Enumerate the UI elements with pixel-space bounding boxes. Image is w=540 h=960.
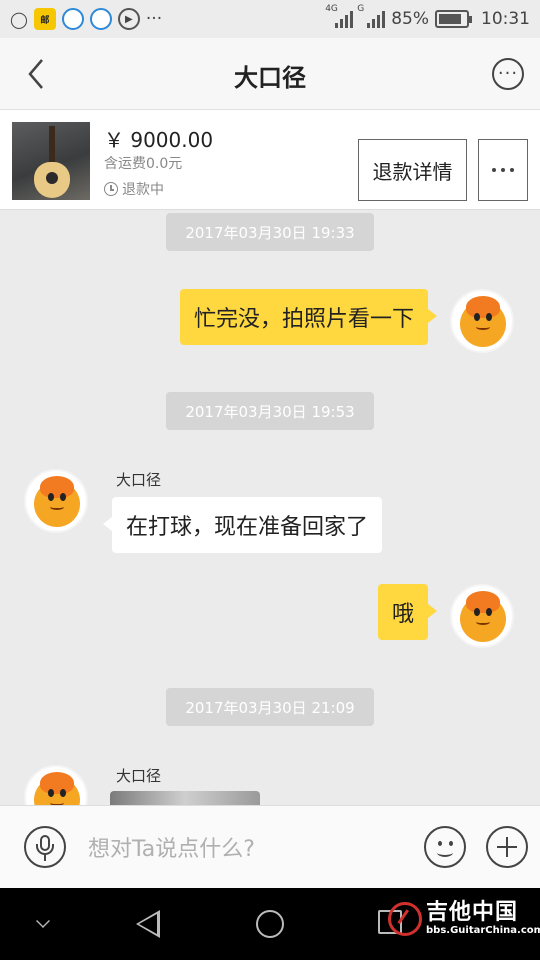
sender-name: 大口径 xyxy=(116,471,162,489)
watermark-text: 吉他中国 bbs.GuitarChina.com xyxy=(426,902,540,936)
home-circle-icon[interactable] xyxy=(256,910,284,938)
message-input[interactable]: 想对Ta说点什么? xyxy=(88,828,408,866)
smiley-icon-eye xyxy=(449,841,453,846)
eye xyxy=(60,493,66,501)
overflow-indicator: ··· xyxy=(145,9,163,29)
watermark-url: bbs.GuitarChina.com xyxy=(426,925,540,936)
watermark: 吉他中国 bbs.GuitarChina.com xyxy=(388,902,540,936)
more-circle-icon: ··· xyxy=(497,63,519,84)
product-thumbnail[interactable] xyxy=(12,122,90,200)
app-icon-1: 邮 xyxy=(33,8,56,30)
clock-time: 10:31 xyxy=(481,9,530,29)
incoming-message[interactable]: 在打球，现在准备回家了 xyxy=(102,497,383,553)
signal-4g-icon: 4G xyxy=(325,4,354,28)
product-card[interactable]: ￥ 9000.00 含运费0.0元 退款中 退款详情 xyxy=(0,110,540,210)
battery-icon xyxy=(435,10,472,28)
app-icon-3 xyxy=(89,8,112,30)
smiley-icon xyxy=(437,848,453,857)
plus-button[interactable] xyxy=(486,826,528,868)
eye xyxy=(60,789,66,797)
outgoing-message[interactable]: 哦 xyxy=(377,584,438,640)
status-bar: ◯ 邮 ▶ ··· 4G G 85% 10:31 xyxy=(0,0,540,38)
avatar[interactable] xyxy=(450,584,514,648)
outgoing-message[interactable]: 忙完没，拍照片看一下 xyxy=(179,289,438,345)
page-title: 大口径 xyxy=(234,64,306,92)
image-message[interactable] xyxy=(110,791,260,805)
sender-name: 大口径 xyxy=(116,767,162,785)
chevron-down-icon[interactable] xyxy=(36,914,50,928)
eye xyxy=(474,313,480,321)
eye xyxy=(474,608,480,616)
eye xyxy=(486,313,492,321)
microphone-stand xyxy=(36,844,54,855)
app-icon-2 xyxy=(61,8,84,30)
watermark-chinese: 吉他中国 xyxy=(426,900,519,925)
avatar[interactable] xyxy=(24,765,88,805)
shipping-fee: 含运费0.0元 xyxy=(104,156,183,172)
title-bar: 大口径 ··· xyxy=(0,38,540,110)
smiley-icon-eye xyxy=(438,841,442,846)
avatar[interactable] xyxy=(24,469,88,533)
product-more-button[interactable] xyxy=(478,139,528,201)
back-triangle-icon[interactable] xyxy=(136,910,160,938)
dot-icon xyxy=(510,168,514,172)
guitar-neck xyxy=(49,126,55,166)
timestamp: 2017年03月30日 21:09 xyxy=(166,688,374,726)
product-price: ￥ 9000.00 xyxy=(104,128,214,152)
refund-status: 退款中 xyxy=(104,179,164,199)
dot-icon xyxy=(501,168,505,172)
dot-icon xyxy=(492,168,496,172)
mouth xyxy=(476,324,490,330)
mouth xyxy=(50,504,64,510)
emoji-button[interactable] xyxy=(424,826,466,868)
timestamp: 2017年03月30日 19:53 xyxy=(166,392,374,430)
input-bar: 想对Ta说点什么? xyxy=(0,805,540,888)
refund-details-button[interactable]: 退款详情 xyxy=(358,139,467,201)
system-nav-bar: 吉他中国 bbs.GuitarChina.com xyxy=(0,888,540,960)
message-icon: ◯ xyxy=(10,9,28,29)
signal-g-icon: G xyxy=(357,4,386,28)
eye xyxy=(486,608,492,616)
refund-status-label: 退款中 xyxy=(122,182,164,198)
microphone-leg xyxy=(44,855,46,861)
chat-area[interactable]: 2017年03月30日 19:33 忙完没，拍照片看一下 2017年03月30日… xyxy=(0,211,540,805)
play-icon: ▶ xyxy=(117,8,140,30)
eye xyxy=(48,789,54,797)
avatar[interactable] xyxy=(450,289,514,353)
eye xyxy=(48,493,54,501)
guitar-soundhole xyxy=(46,172,58,184)
timestamp: 2017年03月30日 19:33 xyxy=(166,213,374,251)
clock-icon xyxy=(104,182,118,196)
mouth xyxy=(476,619,490,625)
guitar-logo-icon xyxy=(388,902,422,936)
battery-percent: 85% xyxy=(391,9,429,29)
voice-button[interactable] xyxy=(24,826,66,868)
more-options-button[interactable]: ··· xyxy=(492,58,524,90)
